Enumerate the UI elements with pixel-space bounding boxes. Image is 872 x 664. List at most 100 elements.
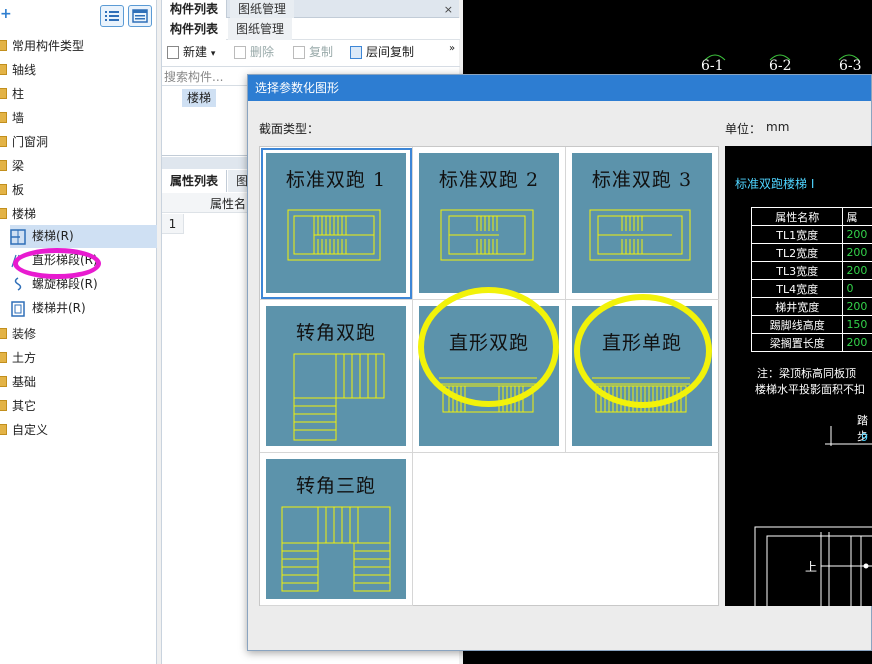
folder-icon — [0, 328, 7, 339]
tree-item-label: 装修 — [12, 327, 37, 341]
copy-icon — [293, 46, 305, 59]
dialog-title: 选择参数化图形 — [248, 75, 871, 101]
floor-copy-icon — [350, 46, 362, 59]
tree-item[interactable]: 柱 — [0, 83, 24, 105]
tree-sub-item[interactable]: 直形梯段(R) — [10, 249, 157, 272]
preview-title: 标准双跑楼梯 I — [735, 177, 815, 191]
tree-item[interactable]: 墙 — [0, 107, 24, 129]
param-name: 属性名称 — [750, 207, 844, 226]
preview-note: 注：梁顶标高同板顶 — [757, 367, 856, 380]
param-value: 150 — [842, 315, 872, 334]
param-value: 200 — [842, 225, 872, 244]
tab-drawing-management-label[interactable]: 图纸管理 — [228, 18, 293, 40]
shape-option[interactable]: 标准双跑 2 — [413, 147, 566, 300]
tree-item[interactable]: 轴线 — [0, 59, 36, 81]
tree-item[interactable]: 楼梯 — [0, 203, 36, 225]
property-name-header: 属性名 — [210, 197, 247, 211]
close-panel-icon[interactable]: × — [444, 3, 453, 16]
shape-option[interactable]: 转角双跑 — [260, 300, 413, 453]
expand-all-button[interactable]: + — [0, 6, 12, 22]
shape-thumbnail: 标准双跑 2 — [419, 153, 559, 293]
axis-label: 6-1 — [701, 58, 724, 74]
tree-sub-item[interactable]: 螺旋梯段(R) — [10, 273, 157, 296]
component-toolbar: 新建 ▾ 删除 复制 层间复制 » — [162, 40, 460, 64]
tree-item[interactable]: 门窗洞 — [0, 131, 48, 153]
list-item-stair[interactable]: 楼梯 — [182, 89, 217, 107]
floor-copy-label: 层间复制 — [366, 45, 415, 59]
preview-stair-plan — [754, 426, 872, 606]
shape-option-grid: 标准双跑 1 标准双跑 2 标准双跑 3 转角双跑 直形双跑 直形单跑 转角三跑 — [259, 146, 719, 606]
shape-thumbnail: 标准双跑 3 — [572, 153, 712, 293]
axis-label: 6-3 — [839, 58, 862, 74]
tree-item-label: 轴线 — [12, 63, 37, 77]
tree-item-label: 板 — [12, 183, 25, 197]
folder-icon — [0, 88, 7, 99]
shape-thumbnail: 标准双跑 1 — [266, 153, 406, 293]
section-type-label: 截面类型： — [259, 122, 320, 136]
param-value: 200 — [842, 333, 872, 352]
more-tools-icon[interactable]: » — [449, 43, 455, 54]
preview-table-row: TL2宽度 200 — [750, 243, 872, 262]
tree-item[interactable]: 梁 — [0, 155, 24, 177]
tab-property-list[interactable]: 属性列表 — [162, 170, 228, 192]
folder-icon — [0, 424, 7, 435]
preview-note: 楼梯水平投影面积不扣 — [755, 383, 865, 396]
new-caret-icon[interactable]: ▾ — [211, 49, 216, 59]
param-value: 属 — [842, 207, 872, 226]
tree-item[interactable]: 自定义 — [0, 419, 48, 441]
spiral-flight-icon — [14, 276, 22, 291]
shape-option[interactable]: 直形双跑 — [413, 300, 566, 453]
folder-icon — [0, 400, 7, 411]
tree-item[interactable]: 装修 — [0, 323, 36, 345]
shape-option[interactable]: 直形单跑 — [566, 300, 719, 453]
tree-item[interactable]: 常用构件类型 — [0, 35, 84, 57]
list-view-button[interactable] — [100, 5, 124, 27]
tree-item[interactable]: 板 — [0, 179, 24, 201]
new-button[interactable]: 新建 ▾ — [167, 43, 215, 60]
stair-corner-double-run-icon — [293, 353, 385, 441]
preview-table-row: 梯井宽度 200 — [750, 297, 872, 316]
component-tabbar: 构件列表 图纸管理 — [162, 0, 459, 18]
stairwell-icon — [11, 300, 25, 317]
list-view-icon — [105, 11, 119, 21]
folder-icon — [0, 160, 7, 171]
stair-double-run-icon — [589, 209, 691, 261]
property-row-number: 1 — [162, 214, 184, 234]
axis-label: 6-2 — [769, 58, 792, 74]
tree-item[interactable]: 土方 — [0, 347, 36, 369]
param-value: 200 — [842, 261, 872, 280]
copy-button[interactable]: 复制 — [293, 43, 333, 60]
tab-component-list[interactable]: 构件列表 — [162, 0, 228, 18]
delete-button[interactable]: 删除 — [234, 43, 274, 60]
shape-thumbnail: 转角双跑 — [266, 306, 406, 446]
unit-value: mm — [766, 120, 790, 134]
preview-table-row: TL1宽度 200 — [750, 225, 872, 244]
shape-option[interactable]: 标准双跑 1 — [260, 147, 413, 300]
folder-icon — [0, 376, 7, 387]
detail-view-icon — [132, 9, 148, 23]
stair-straight-single-run-icon — [592, 377, 690, 413]
floor-copy-button[interactable]: 层间复制 — [350, 43, 414, 60]
tree-sub-item[interactable]: 楼梯(R) — [10, 225, 157, 248]
tree-item-label: 自定义 — [12, 423, 49, 437]
parametric-shape-dialog: 选择参数化图形 截面类型： 单位： mm 标准双跑 1 标准双跑 2 标准双跑 … — [247, 74, 872, 651]
param-name: TL2宽度 — [750, 243, 844, 262]
folder-icon — [0, 112, 7, 123]
stair-corner-triple-run-icon — [281, 506, 391, 592]
tree-item-label: 土方 — [12, 351, 37, 365]
tree-item-label: 其它 — [12, 399, 37, 413]
param-name: 梯井宽度 — [750, 297, 844, 316]
tree-item[interactable]: 基础 — [0, 371, 36, 393]
tree-sub-item[interactable]: 楼梯井(R) — [10, 297, 157, 320]
tab-component-list-label[interactable]: 构件列表 — [162, 18, 227, 40]
tree-item[interactable]: 其它 — [0, 395, 36, 417]
param-name: TL4宽度 — [750, 279, 844, 298]
param-name: TL1宽度 — [750, 225, 844, 244]
shape-option[interactable]: 转角三跑 — [260, 453, 413, 606]
unit-label: 单位： — [725, 122, 762, 136]
tree-item-label: 梁 — [12, 159, 25, 173]
detail-view-button[interactable] — [128, 5, 152, 27]
tab-drawing-management[interactable]: 图纸管理 — [230, 0, 295, 18]
shape-option[interactable]: 标准双跑 3 — [566, 147, 719, 300]
folder-icon — [0, 184, 7, 195]
